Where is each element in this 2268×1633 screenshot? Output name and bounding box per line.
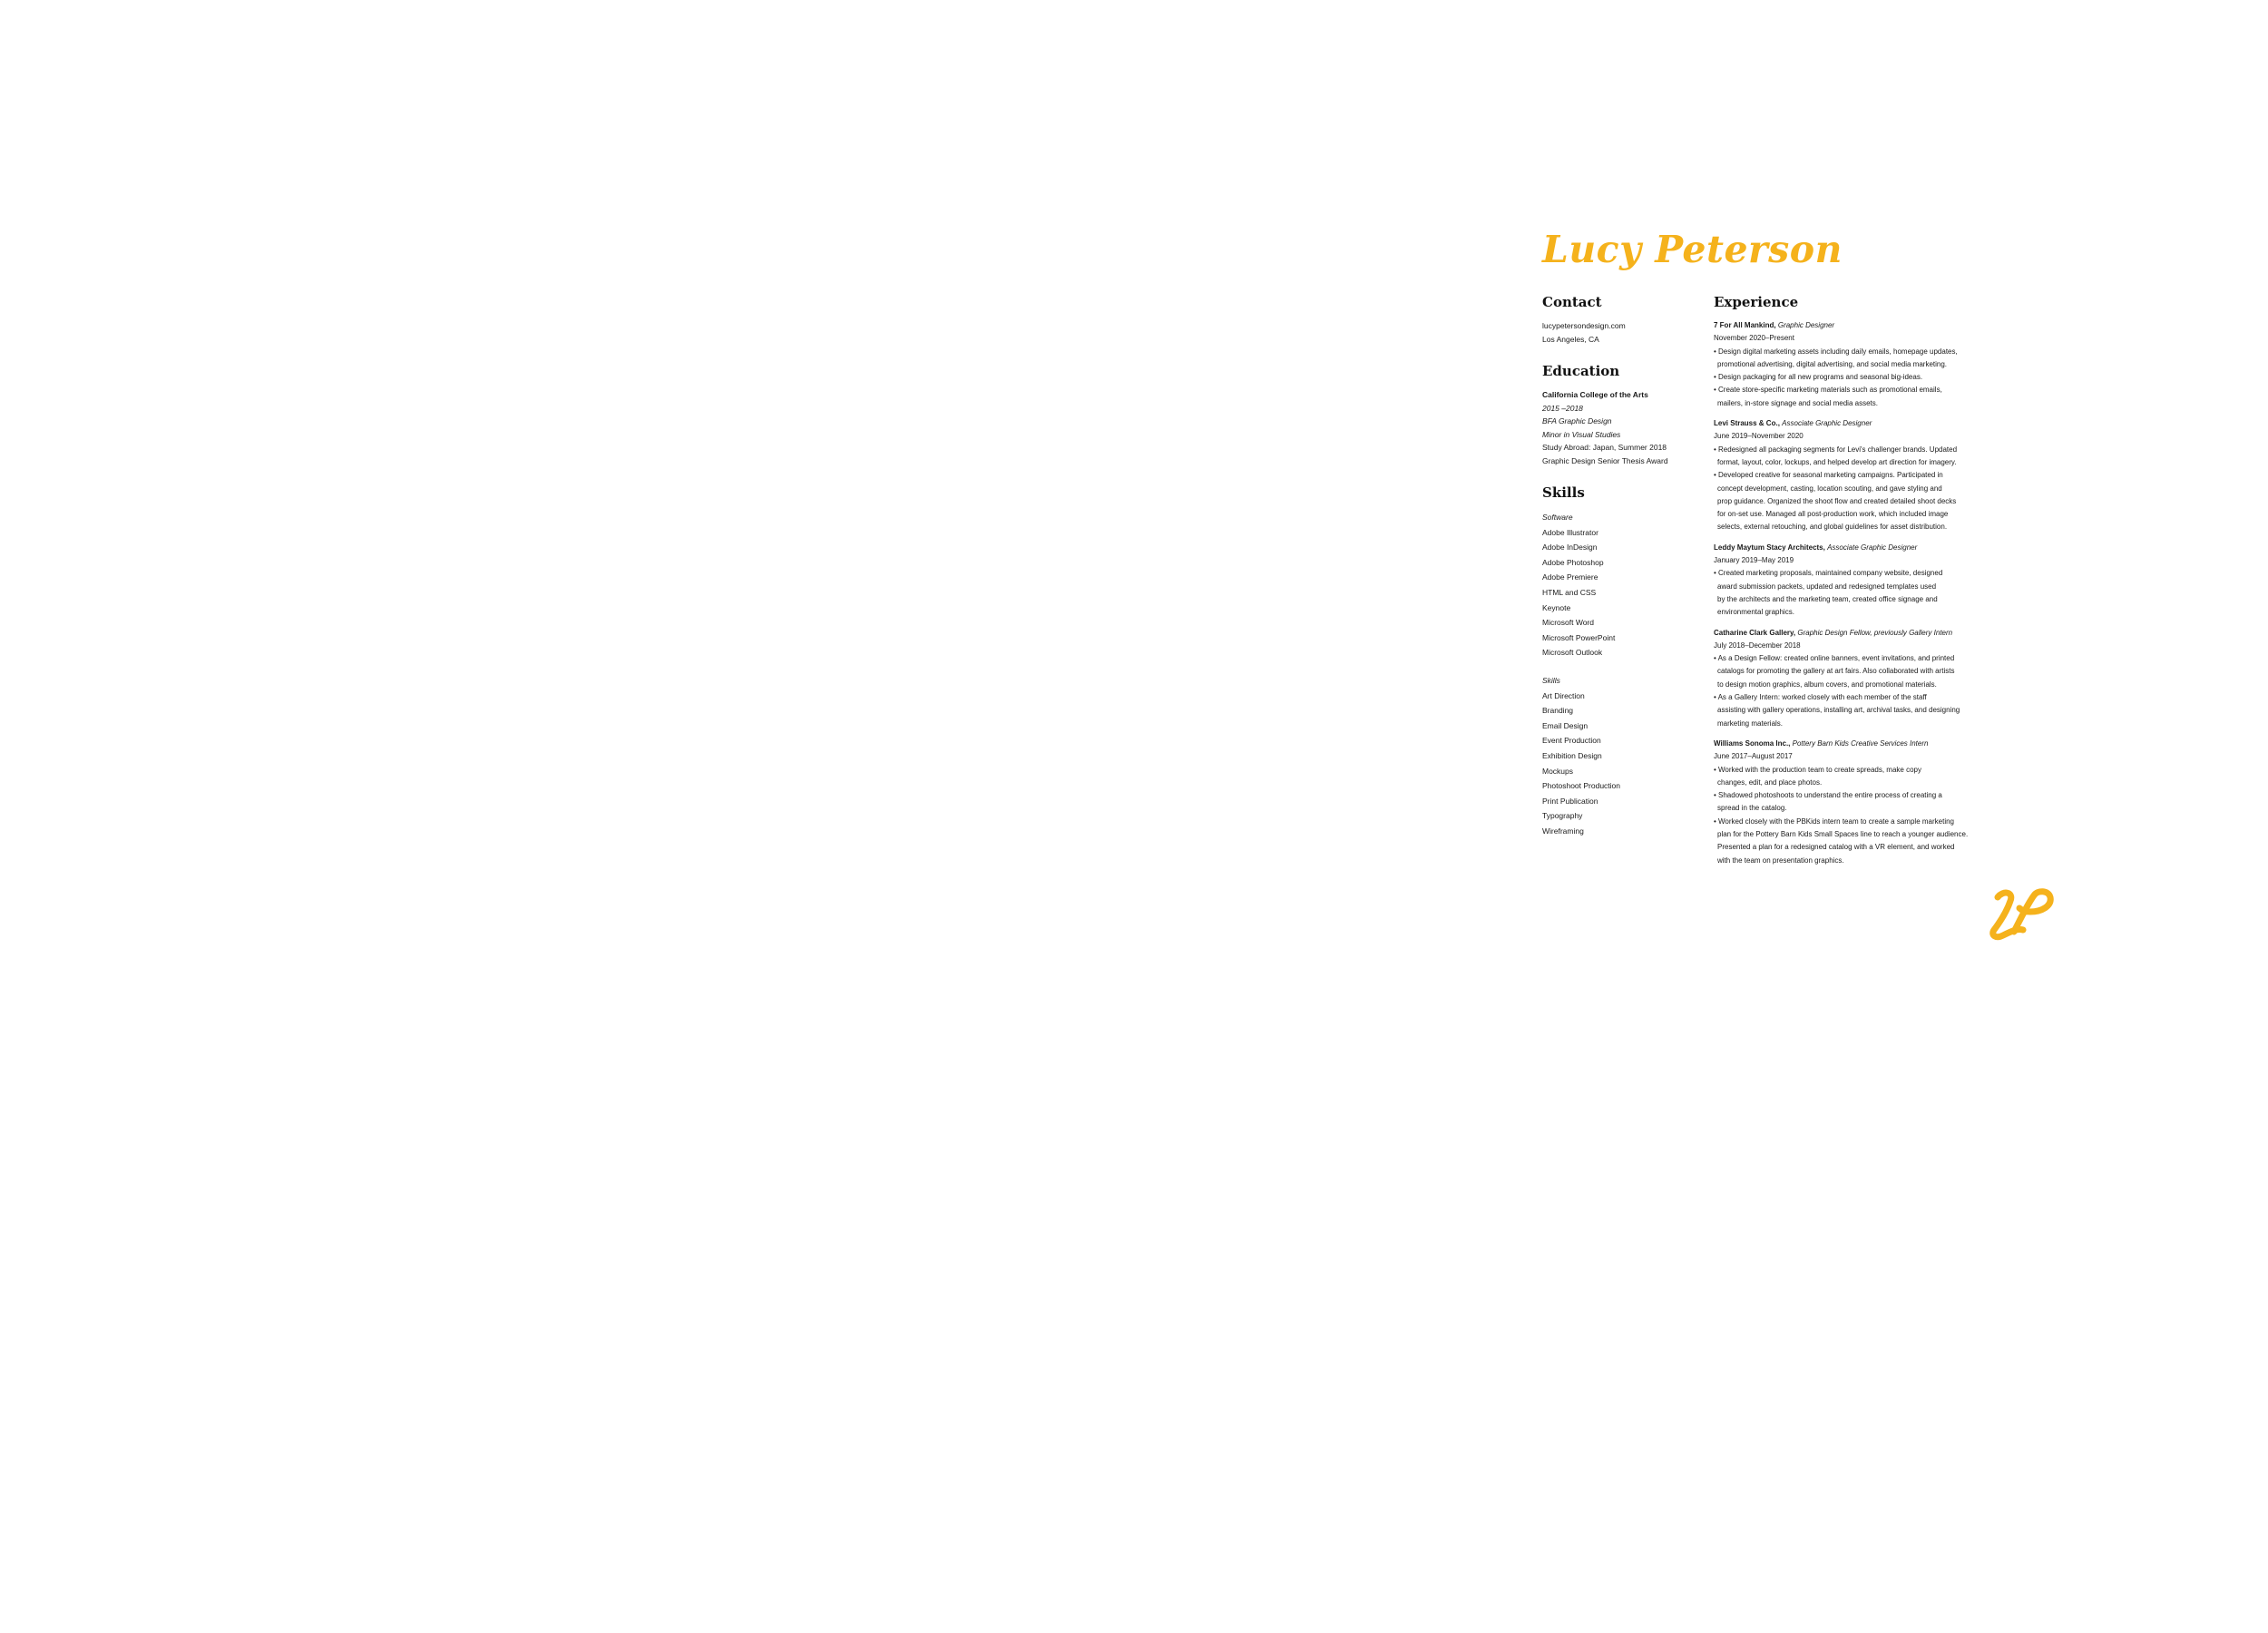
job-company: 7 For All Mankind,	[1714, 321, 1776, 329]
job-line: • Create store-specific marketing materi…	[1714, 386, 1942, 395]
job-entry: 7 For All Mankind, Graphic Designer Nove…	[1714, 319, 2077, 410]
software-item: HTML and CSS	[1542, 587, 1597, 597]
job-line: plan for the Pottery Barn Kids Small Spa…	[1717, 829, 1969, 838]
job-company: Leddy Maytum Stacy Architects,	[1714, 543, 1825, 552]
job-line: promotional advertising, digital adverti…	[1717, 359, 1948, 368]
job-line: changes, edit, and place photos.	[1717, 777, 1823, 787]
skill-item: Exhibition Design	[1542, 750, 1602, 760]
job-entry: Levi Strauss & Co., Associate Graphic De…	[1714, 417, 2077, 534]
job-dates: June 2019–November 2020	[1714, 432, 1804, 441]
job-line: mailers, in-store signage and social med…	[1717, 398, 1878, 407]
skill-item: Wireframing	[1542, 826, 1584, 836]
contact-website: lucypetersondesign.com	[1542, 321, 1626, 330]
software-label: Software	[1542, 513, 1573, 522]
right-column: Experience 7 For All Mankind, Graphic De…	[1714, 293, 2077, 875]
job-line: • As a Design Fellow: created online ban…	[1714, 654, 1955, 663]
job-entry: Catharine Clark Gallery, Graphic Design …	[1714, 627, 2077, 730]
software-item: Microsoft Outlook	[1542, 648, 1603, 658]
job-line: award submission packets, updated and re…	[1717, 582, 1937, 591]
job-line: • Shadowed photoshoots to understand the…	[1714, 791, 1942, 800]
contact-heading: Contact	[1542, 294, 1602, 310]
skill-item: Event Production	[1542, 736, 1601, 746]
skill-item: Print Publication	[1542, 796, 1598, 806]
job-line: prop guidance. Organized the shoot flow …	[1717, 496, 1957, 505]
education-minor: Minor in Visual Studies	[1542, 429, 1621, 439]
education-award: Graphic Design Senior Thesis Award	[1542, 455, 1668, 465]
job-dates: June 2017–August 2017	[1714, 752, 1793, 761]
job-role: Associate Graphic Designer	[1782, 419, 1872, 428]
job-line: spread in the catalog.	[1717, 804, 1787, 813]
job-company: Catharine Clark Gallery,	[1714, 628, 1796, 637]
education-heading: Education	[1542, 363, 1620, 379]
job-line: • Design digital marketing assets includ…	[1714, 347, 1958, 356]
contact-location: Los Angeles, CA	[1542, 334, 1599, 344]
job-role: Associate Graphic Designer	[1827, 543, 1918, 552]
experience-heading: Experience	[1714, 294, 1799, 310]
job-line: • As a Gallery Intern: worked closely wi…	[1714, 693, 1927, 702]
left-column: Contact lucypetersondesign.com Los Angel…	[1542, 293, 1701, 855]
skills-section: Skills Software Adobe Illustrator Adobe …	[1542, 484, 1701, 838]
job-role: Pottery Barn Kids Creative Services Inte…	[1792, 738, 1929, 748]
job-line: assisting with gallery operations, insta…	[1717, 706, 1960, 715]
software-item: Adobe Photoshop	[1542, 557, 1604, 567]
job-line: catalogs for promoting the gallery at ar…	[1717, 667, 1955, 676]
job-line: • Worked closely with the PBKids intern …	[1714, 816, 1954, 826]
skill-item: Art Direction	[1542, 690, 1585, 700]
job-line: by the architects and the marketing team…	[1717, 594, 1938, 603]
job-line: • Worked with the production team to cre…	[1714, 765, 1921, 774]
job-line: marketing materials.	[1717, 719, 1784, 728]
job-line: selects, external retouching, and global…	[1717, 523, 1948, 532]
job-dates: July 2018–December 2018	[1714, 640, 1801, 650]
skills-sublabel: Skills	[1542, 675, 1560, 685]
software-item: Microsoft Word	[1542, 618, 1594, 628]
job-line: with the team on presentation graphics.	[1717, 856, 1844, 865]
education-degree: BFA Graphic Design	[1542, 416, 1612, 425]
resume-name: Lucy Peterson	[1542, 228, 1843, 271]
software-item: Adobe Illustrator	[1542, 527, 1598, 537]
skill-item: Typography	[1542, 811, 1583, 821]
job-company: Levi Strauss & Co.,	[1714, 419, 1780, 428]
job-role: Graphic Designer	[1777, 321, 1835, 329]
job-line: for on-set use. Managed all post-product…	[1717, 510, 1949, 519]
job-line: concept development, casting, location s…	[1717, 484, 1942, 493]
education-section: Education California College of the Arts…	[1542, 362, 1701, 467]
job-line: format, layout, color, lockups, and help…	[1717, 457, 1957, 466]
job-line: • Developed creative for seasonal market…	[1714, 471, 1943, 480]
job-line: environmental graphics.	[1717, 608, 1794, 617]
skill-item: Branding	[1542, 706, 1574, 716]
job-line: to design motion graphics, album covers,…	[1717, 680, 1937, 689]
job-line: • Redesigned all packaging segments for …	[1714, 445, 1958, 454]
job-dates: November 2020–Present	[1714, 334, 1794, 343]
job-role: Graphic Design Fellow, previously Galler…	[1797, 628, 1953, 637]
job-entry: Leddy Maytum Stacy Architects, Associate…	[1714, 542, 2077, 620]
resume-page: Lucy Peterson Contact lucypetersondesign…	[1542, 227, 2096, 953]
skill-item: Mockups	[1542, 766, 1574, 776]
skill-item: Photoshoot Production	[1542, 781, 1621, 791]
job-line: • Created marketing proposals, maintaine…	[1714, 569, 1943, 578]
contact-section: Contact lucypetersondesign.com Los Angel…	[1542, 293, 1701, 346]
software-item: Adobe Premiere	[1542, 572, 1598, 582]
education-school: California College of the Arts	[1542, 390, 1648, 399]
education-abroad: Study Abroad: Japan, Summer 2018	[1542, 443, 1667, 452]
job-company: Williams Sonoma Inc.,	[1714, 738, 1791, 748]
software-item: Adobe InDesign	[1542, 543, 1598, 552]
software-item: Keynote	[1542, 602, 1571, 612]
job-dates: January 2019–May 2019	[1714, 556, 1794, 565]
education-years: 2015 –2018	[1542, 403, 1583, 413]
lp-monogram-logo	[1989, 888, 2054, 941]
job-line: Presented a plan for a redesigned catalo…	[1717, 843, 1955, 852]
software-item: Microsoft PowerPoint	[1542, 632, 1616, 642]
job-entry: Williams Sonoma Inc., Pottery Barn Kids …	[1714, 738, 2077, 867]
skills-heading: Skills	[1542, 484, 1585, 501]
skill-item: Email Design	[1542, 720, 1589, 730]
job-line: • Design packaging for all new programs …	[1714, 373, 1923, 382]
